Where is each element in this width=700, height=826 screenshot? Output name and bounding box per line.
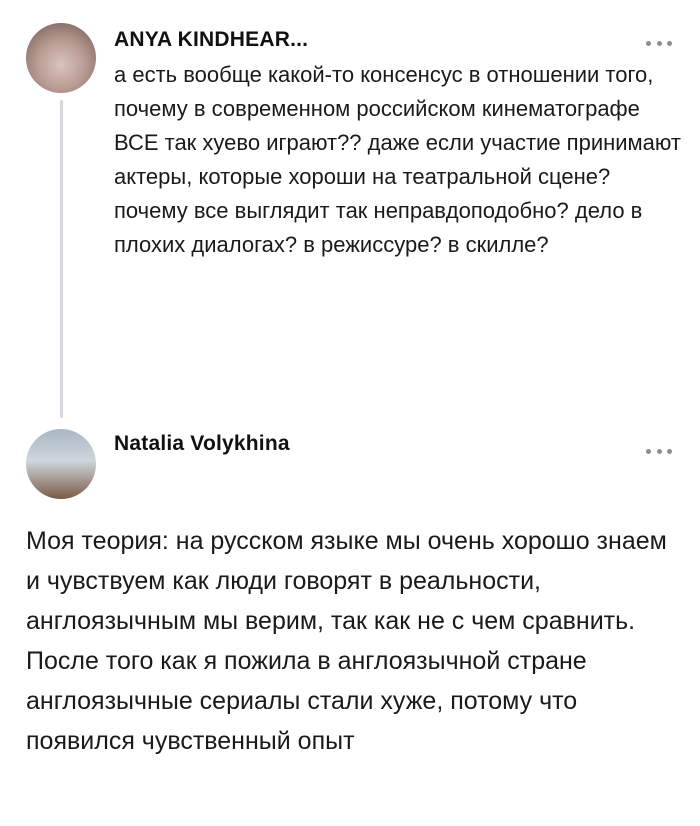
author-name[interactable]: Natalia Volykhina <box>114 432 290 456</box>
post-text: а есть вообще какой-то консенсус в отнош… <box>114 62 682 257</box>
more-options-icon[interactable] <box>646 446 672 456</box>
dot-icon <box>667 448 672 454</box>
dot-icon <box>656 40 662 46</box>
post-text: Моя теория: на русском языке мы очень хо… <box>26 527 667 755</box>
dot-icon <box>646 448 651 454</box>
author-name[interactable]: ANYA KINDHEAR... <box>114 28 308 52</box>
avatar[interactable] <box>26 429 96 499</box>
dot-icon <box>667 40 672 46</box>
post-reply: Natalia Volykhina Моя теория: на русском… <box>0 420 700 826</box>
dot-icon <box>656 448 662 454</box>
dot-icon <box>646 40 651 46</box>
avatar[interactable] <box>26 23 96 93</box>
more-options-icon[interactable] <box>646 38 672 48</box>
thread-connector-line <box>60 100 63 418</box>
post-original: ANYA KINDHEAR... а есть вообще какой-то … <box>0 0 700 420</box>
